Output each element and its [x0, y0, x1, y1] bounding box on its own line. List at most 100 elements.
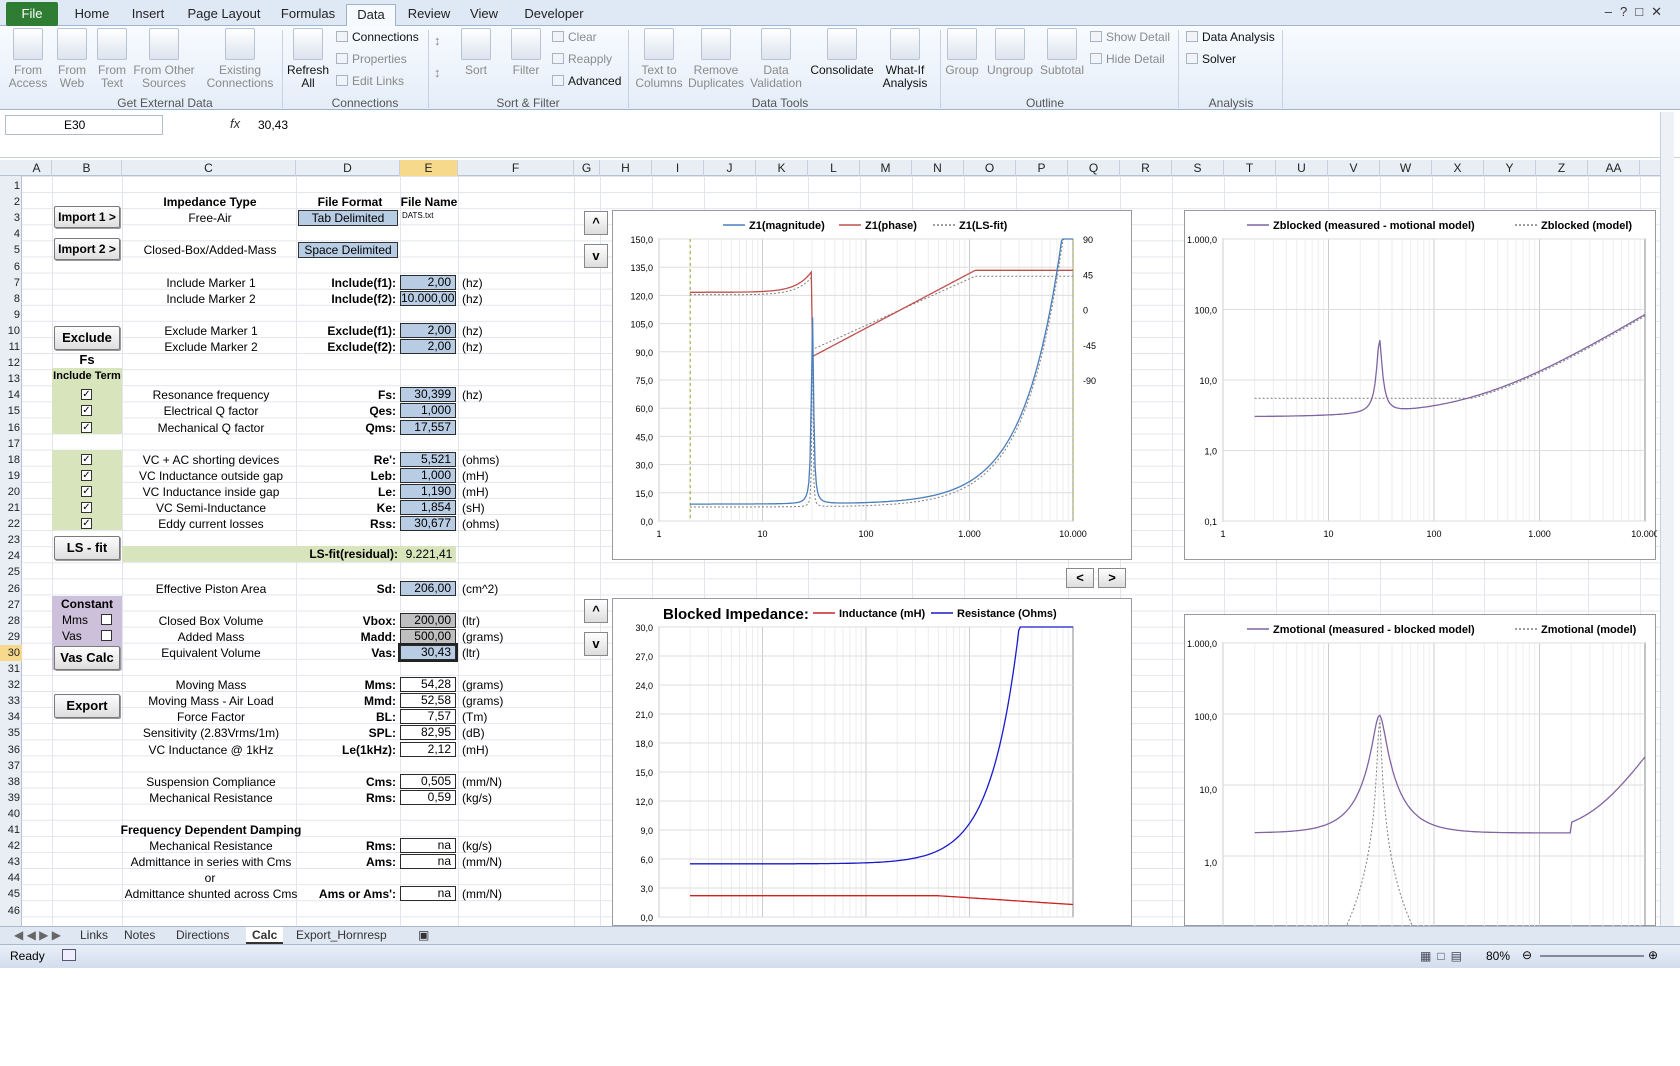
row-header[interactable]: 44: [0, 870, 22, 886]
scroll-up-button-1[interactable]: ^: [584, 211, 608, 235]
from-web-button[interactable]: From Web: [52, 28, 92, 90]
param-value-input[interactable]: 17,557: [400, 419, 456, 435]
from-text-button[interactable]: From Text: [94, 28, 130, 90]
param-value-input[interactable]: 54,28: [400, 677, 456, 693]
row-header[interactable]: 21: [0, 500, 22, 516]
param-value-input[interactable]: 52,58: [400, 693, 456, 709]
param-value-input[interactable]: 30,677: [400, 516, 456, 532]
reapply-button[interactable]: Reapply: [552, 52, 612, 66]
show-detail-button[interactable]: Show Detail: [1090, 30, 1170, 44]
name-box[interactable]: E30: [5, 115, 163, 135]
column-header[interactable]: E: [400, 160, 458, 176]
param-value-input[interactable]: 5,521: [400, 451, 456, 467]
macro-record-icon[interactable]: [62, 949, 76, 961]
sheet-tab-links[interactable]: Links: [74, 927, 114, 944]
row-header[interactable]: 36: [0, 742, 22, 758]
sort-az-button[interactable]: ↕: [434, 34, 441, 48]
ungroup-button[interactable]: Ungroup: [984, 28, 1036, 77]
edit-links-button[interactable]: Edit Links: [336, 74, 404, 88]
tab-review[interactable]: Review: [400, 4, 458, 26]
param-value-input[interactable]: 206,00: [400, 580, 456, 596]
row-header[interactable]: 1: [0, 178, 22, 194]
refresh-all-button[interactable]: Refresh All: [286, 28, 330, 90]
row-header[interactable]: 39: [0, 790, 22, 806]
minimize-icon[interactable]: –: [1605, 4, 1620, 19]
what-if-analysis-button[interactable]: What-If Analysis: [876, 28, 934, 90]
hide-detail-button[interactable]: Hide Detail: [1090, 52, 1165, 66]
column-header[interactable]: AA: [1588, 160, 1640, 176]
column-header[interactable]: V: [1328, 160, 1380, 176]
row-header[interactable]: 46: [0, 903, 22, 919]
param-value-input[interactable]: na: [400, 886, 456, 902]
param-value-input[interactable]: 0,505: [400, 773, 456, 789]
include-term-checkbox[interactable]: ✓: [81, 518, 92, 530]
solver-button[interactable]: Solver: [1186, 52, 1236, 66]
consolidate-button[interactable]: Consolidate: [810, 28, 874, 77]
clear-button[interactable]: Clear: [552, 30, 597, 44]
row-header[interactable]: 32: [0, 677, 22, 693]
row-header[interactable]: 19: [0, 468, 22, 484]
column-header[interactable]: G: [574, 160, 600, 176]
tab-data[interactable]: Data: [346, 4, 396, 27]
help-icon[interactable]: ?: [1620, 4, 1635, 19]
scroll-down-button-2[interactable]: v: [584, 632, 608, 656]
param-value-input[interactable]: 0,59: [400, 789, 456, 805]
row-header[interactable]: 14: [0, 387, 22, 403]
properties-button[interactable]: Properties: [336, 52, 407, 66]
row-header[interactable]: 27: [0, 597, 22, 613]
include-term-checkbox[interactable]: ✓: [81, 389, 92, 401]
scroll-down-button-1[interactable]: v: [584, 244, 608, 268]
row-header[interactable]: 15: [0, 403, 22, 419]
param-value-input[interactable]: 10.000,00: [400, 290, 456, 306]
column-header[interactable]: O: [964, 160, 1016, 176]
vas-calc-button[interactable]: Vas Calc: [54, 646, 120, 670]
text-to-columns-button[interactable]: Text to Columns: [634, 28, 684, 90]
insert-function-icon[interactable]: fx: [230, 116, 240, 131]
param-value-input[interactable]: na: [400, 854, 456, 870]
zoom-out-icon[interactable]: ⊖: [1522, 948, 1532, 962]
connections-button[interactable]: Connections: [336, 30, 419, 44]
next-chart-button[interactable]: >: [1098, 568, 1126, 588]
column-header[interactable]: C: [122, 160, 296, 176]
param-value-input[interactable]: 1,190: [400, 483, 456, 499]
param-value-input[interactable]: 2,00: [400, 322, 456, 338]
param-value-input[interactable]: 82,95: [400, 725, 456, 741]
view-mode-icons[interactable]: ▦□▤: [1420, 949, 1468, 963]
scroll-up-button-2[interactable]: ^: [584, 599, 608, 623]
tab-insert[interactable]: Insert: [120, 4, 176, 26]
row-header[interactable]: 42: [0, 838, 22, 854]
row-header[interactable]: 17: [0, 436, 22, 452]
filter-button[interactable]: Filter: [508, 28, 544, 77]
param-value-input[interactable]: 2,00: [400, 274, 456, 290]
row-header[interactable]: 8: [0, 291, 22, 307]
zmotional-chart[interactable]: 1.000,0 100,0 10,0 1,0 Zmotional (measured -…: [1184, 614, 1656, 927]
row-header[interactable]: 31: [0, 661, 22, 677]
include-term-checkbox[interactable]: ✓: [81, 453, 92, 465]
insert-sheet-icon[interactable]: ▣: [412, 927, 435, 944]
param-value-input[interactable]: 200,00: [400, 612, 456, 628]
include-term-checkbox[interactable]: ✓: [81, 502, 92, 513]
param-value-input[interactable]: 500,00: [400, 628, 456, 644]
zoom-in-icon[interactable]: ⊕: [1648, 948, 1658, 962]
param-value-input[interactable]: 2,12: [400, 741, 456, 757]
column-header[interactable]: H: [600, 160, 652, 176]
row-header[interactable]: 43: [0, 854, 22, 870]
include-term-checkbox[interactable]: ✓: [81, 469, 92, 481]
tab-delimited-button[interactable]: Tab Delimited: [298, 210, 398, 226]
column-header[interactable]: I: [652, 160, 704, 176]
row-header[interactable]: 38: [0, 774, 22, 790]
row-header[interactable]: 7: [0, 275, 22, 291]
row-header[interactable]: 45: [0, 886, 22, 902]
row-header[interactable]: 20: [0, 484, 22, 500]
zoom-slider[interactable]: [1540, 955, 1644, 957]
remove-duplicates-button[interactable]: Remove Duplicates: [686, 28, 746, 90]
column-header[interactable]: K: [756, 160, 808, 176]
row-header[interactable]: 23: [0, 532, 22, 548]
row-header[interactable]: 33: [0, 693, 22, 709]
row-header[interactable]: 18: [0, 452, 22, 468]
zblocked-chart[interactable]: 1.000,0 100,0 10,0 1,0 0,1 1 10 100 1.000 10.000 Z…: [1184, 210, 1657, 560]
param-value-input[interactable]: 2,00: [400, 339, 456, 354]
group-button[interactable]: Group: [944, 28, 980, 77]
row-header[interactable]: 37: [0, 758, 22, 774]
row-header[interactable]: 30: [0, 644, 22, 661]
